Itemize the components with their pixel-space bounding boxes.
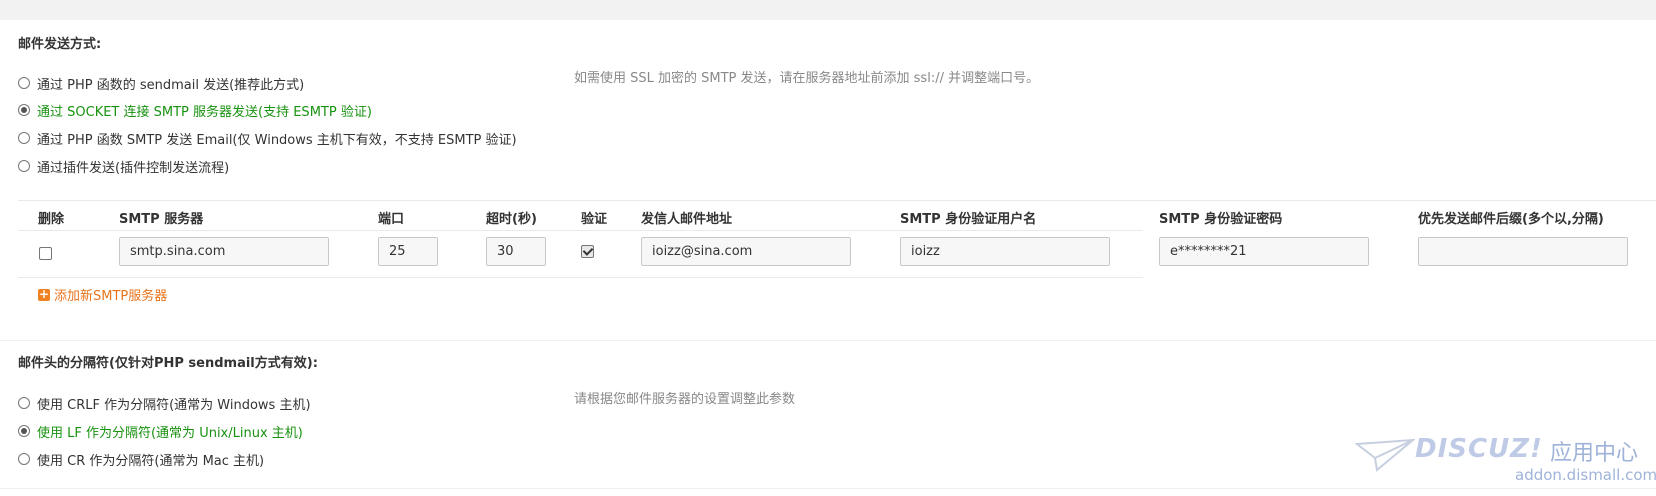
- th-timeout: 超时(秒): [486, 212, 537, 227]
- auth-username-input[interactable]: [900, 237, 1110, 266]
- logo-brand: DISCUZ!: [1415, 434, 1543, 464]
- mail-send-title: 邮件发送方式:: [18, 37, 102, 52]
- plus-icon: +: [38, 286, 50, 301]
- radio-icon[interactable]: [18, 453, 30, 465]
- logo-url: addon.dismall.com: [1515, 466, 1656, 484]
- th-auth-password: SMTP 身份验证密码: [1159, 212, 1283, 227]
- radio-icon[interactable]: [18, 132, 30, 144]
- timeout-input[interactable]: [486, 237, 546, 266]
- auth-password-input[interactable]: [1159, 237, 1369, 266]
- th-port: 端口: [378, 212, 405, 227]
- add-smtp-server-link[interactable]: + 添加新SMTP服务器: [38, 285, 167, 304]
- th-from-address: 发信人邮件地址: [641, 212, 733, 227]
- option-label: 使用 LF 作为分隔符(通常为 Unix/Linux 主机): [37, 425, 303, 441]
- option-label: 通过 PHP 函数的 sendmail 发送(推荐此方式): [37, 77, 305, 93]
- section-divider: [0, 340, 1656, 341]
- separator-tip: 请根据您邮件服务器的设置调整此参数: [574, 392, 796, 407]
- radio-icon[interactable]: [18, 160, 30, 172]
- mail-send-option-php-smtp[interactable]: 通过 PHP 函数 SMTP 发送 Email(仅 Windows 主机下有效，…: [18, 128, 517, 148]
- th-auth: 验证: [581, 212, 608, 227]
- option-label: 通过 PHP 函数 SMTP 发送 Email(仅 Windows 主机下有效，…: [37, 132, 517, 148]
- separator-option-cr[interactable]: 使用 CR 作为分隔符(通常为 Mac 主机): [18, 449, 264, 469]
- option-label: 使用 CRLF 作为分隔符(通常为 Windows 主机): [37, 397, 311, 413]
- mail-send-option-plugin[interactable]: 通过插件发送(插件控制发送流程): [18, 156, 229, 176]
- table-header-divider: [18, 230, 1143, 231]
- option-label: 通过插件发送(插件控制发送流程): [37, 160, 230, 176]
- separator-option-lf[interactable]: 使用 LF 作为分隔符(通常为 Unix/Linux 主机): [18, 421, 303, 441]
- table-row-divider: [18, 277, 1143, 278]
- preferred-suffix-input[interactable]: [1418, 237, 1628, 266]
- from-address-input[interactable]: [641, 237, 851, 266]
- option-label: 通过 SOCKET 连接 SMTP 服务器发送(支持 ESMTP 验证): [37, 104, 372, 120]
- top-bar: [0, 0, 1656, 20]
- paper-plane-icon: [1355, 438, 1415, 472]
- th-smtp-server: SMTP 服务器: [119, 212, 204, 227]
- th-delete: 删除: [38, 212, 65, 227]
- delete-checkbox[interactable]: [39, 247, 52, 260]
- add-smtp-label: 添加新SMTP服务器: [54, 289, 168, 304]
- smtp-server-input[interactable]: [119, 237, 329, 266]
- mail-send-option-socket[interactable]: 通过 SOCKET 连接 SMTP 服务器发送(支持 ESMTP 验证): [18, 100, 372, 120]
- radio-icon[interactable]: [18, 77, 30, 89]
- radio-checked-icon[interactable]: [18, 425, 30, 437]
- option-label: 使用 CR 作为分隔符(通常为 Mac 主机): [37, 453, 265, 469]
- radio-checked-icon[interactable]: [18, 104, 30, 116]
- separator-title: 邮件头的分隔符(仅针对PHP sendmail方式有效):: [18, 356, 318, 371]
- separator-option-crlf[interactable]: 使用 CRLF 作为分隔符(通常为 Windows 主机): [18, 393, 311, 413]
- discuz-watermark-logo: DISCUZ! 应用中心 addon.dismall.com: [1355, 430, 1656, 492]
- mail-send-option-sendmail[interactable]: 通过 PHP 函数的 sendmail 发送(推荐此方式): [18, 73, 304, 93]
- th-preferred-suffix: 优先发送邮件后缀(多个以,分隔): [1418, 212, 1604, 227]
- auth-checkbox[interactable]: [581, 245, 594, 258]
- logo-cn: 应用中心: [1550, 441, 1639, 466]
- mail-send-tip: 如需使用 SSL 加密的 SMTP 发送，请在服务器地址前添加 ssl:// 并…: [574, 71, 1040, 86]
- table-top-divider: [18, 200, 1656, 201]
- radio-icon[interactable]: [18, 397, 30, 409]
- th-auth-username: SMTP 身份验证用户名: [900, 212, 1037, 227]
- port-input[interactable]: [378, 237, 438, 266]
